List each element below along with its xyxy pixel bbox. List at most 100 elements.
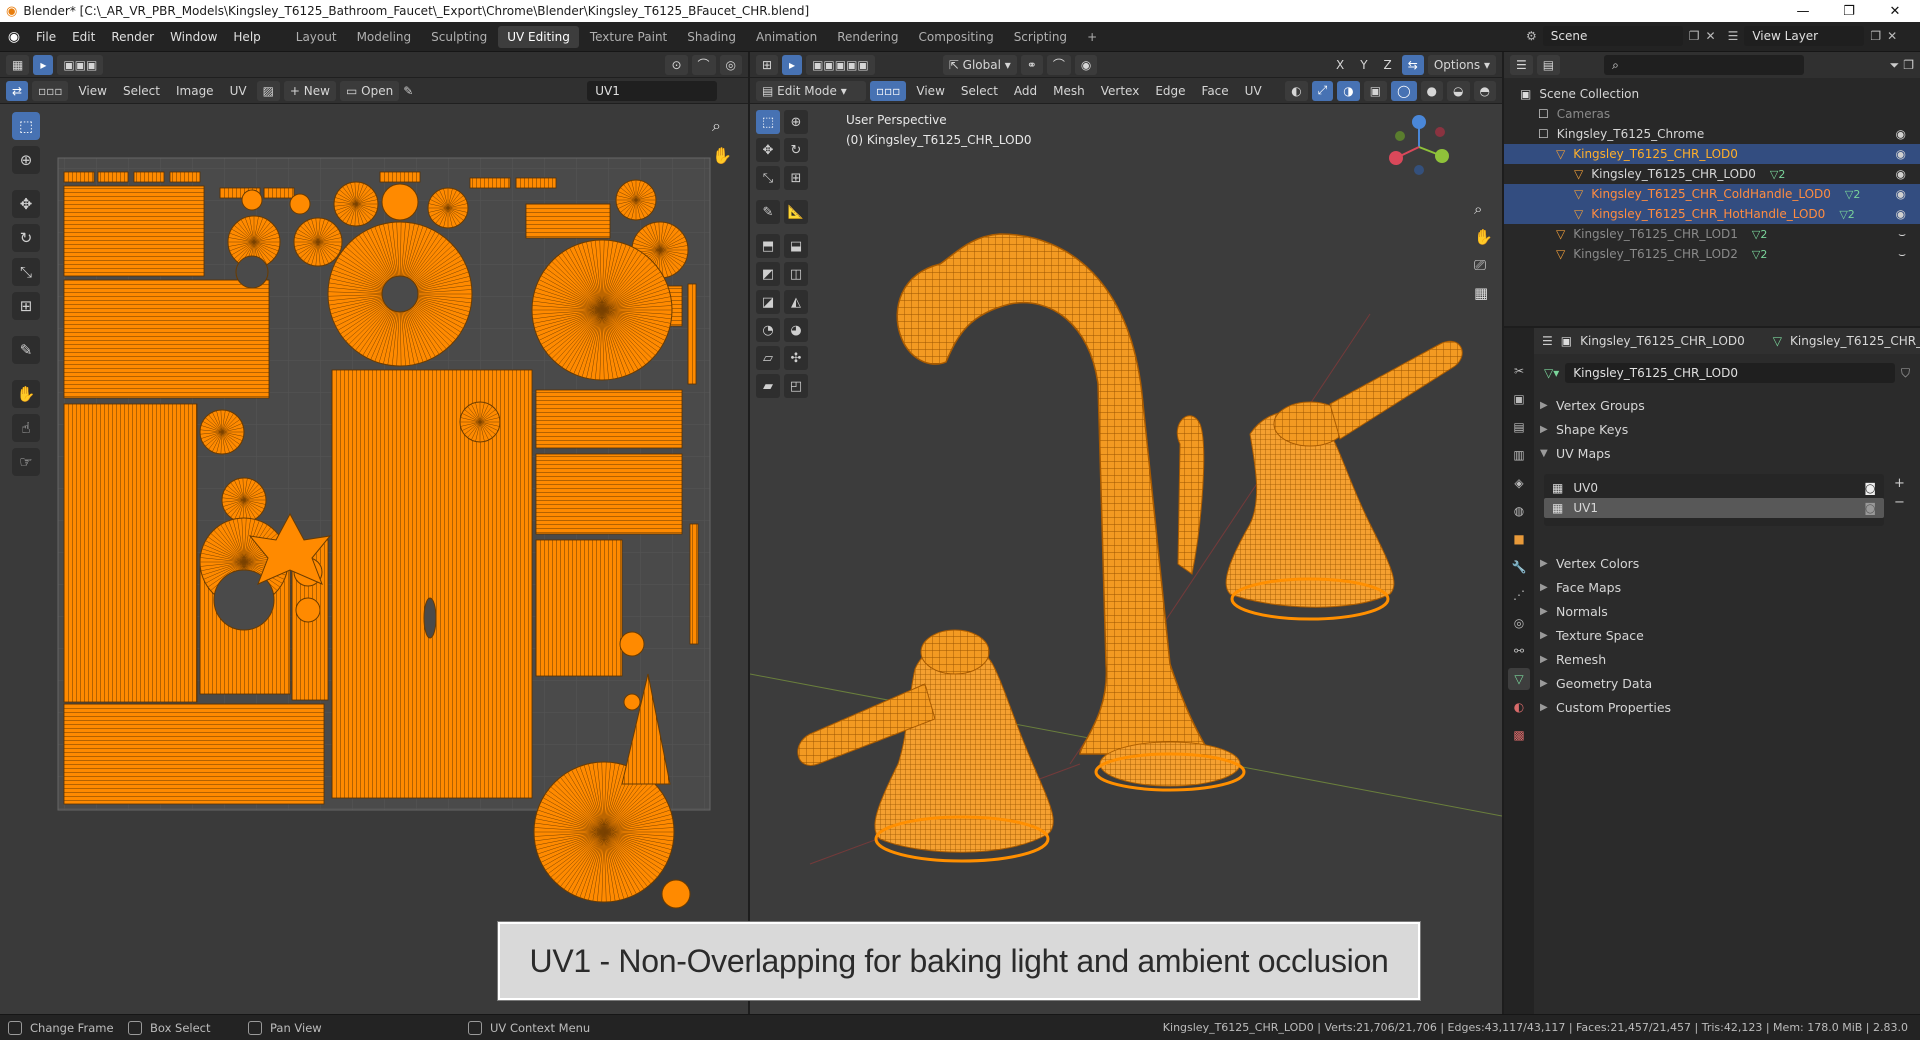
select-tool-icon[interactable]: ▸ — [33, 54, 54, 75]
mesh-object-icon[interactable]: ▽ — [1574, 167, 1583, 181]
panel-remesh[interactable]: ▶ Remesh — [1540, 648, 1910, 670]
vp-scale-tool-icon[interactable]: ⤡ — [756, 166, 780, 190]
zoom-icon[interactable]: ⌕ — [712, 116, 732, 136]
world-tab-icon[interactable]: ◍ — [1508, 500, 1530, 522]
move-tool-icon[interactable]: ✥ — [12, 190, 40, 218]
viewport-snap-icon[interactable]: ⌒ — [1046, 54, 1071, 75]
modifier-tab-icon[interactable]: 🔧 — [1508, 556, 1530, 578]
viewport-proportional-icon[interactable]: ◉ — [1074, 54, 1098, 75]
panel-shape-keys[interactable]: ▶ Shape Keys — [1540, 418, 1910, 440]
viewport-select-icon[interactable]: ▸ — [782, 54, 803, 75]
wireframe-shading-icon[interactable]: ◯ — [1391, 80, 1417, 101]
spin-tool-icon[interactable]: ◔ — [756, 318, 780, 342]
uv-map-item-uv0[interactable]: ▦ UV0 ◙ — [1544, 478, 1884, 498]
menu-window[interactable]: Window — [162, 22, 225, 52]
edge-slide-tool-icon[interactable]: ▱ — [756, 346, 780, 370]
uv-island[interactable] — [331, 369, 533, 799]
image-browse-icon[interactable]: ▨ — [256, 80, 280, 101]
uv-menu-select[interactable]: Select — [117, 84, 166, 98]
material-tab-icon[interactable]: ◐ — [1508, 696, 1530, 718]
pin-icon[interactable]: ✎ — [403, 84, 413, 98]
object-tab-icon[interactable]: ■ — [1508, 528, 1530, 550]
outliner-display-mode-icon[interactable]: ▤ — [1536, 55, 1561, 75]
mesh-browse-icon[interactable]: ▽▾ — [1544, 366, 1559, 380]
new-scene-icon[interactable]: ❐ — [1689, 29, 1700, 43]
vp-rotate-tool-icon[interactable]: ↻ — [784, 138, 808, 162]
outliner-row[interactable]: ▽ Kingsley_T6125_CHR_LOD0 ◉ — [1504, 144, 1920, 164]
uv-island[interactable] — [63, 171, 95, 183]
xray-icon[interactable]: ▣ — [1363, 80, 1388, 101]
mesh-data-badge-icon[interactable]: ▽2 — [1839, 208, 1854, 221]
panel-uv-maps[interactable]: ▼ UV Maps — [1540, 442, 1910, 464]
pinch-tool-icon[interactable]: ☞ — [12, 448, 40, 476]
knife-tool-icon[interactable]: ◪ — [756, 290, 780, 314]
scene-icon[interactable]: ⚙ — [1526, 29, 1537, 43]
vertex-select-icon[interactable]: ▫▫▫ — [870, 80, 907, 101]
uv-island[interactable] — [263, 187, 295, 199]
cursor-tool-icon[interactable]: ⊕ — [12, 146, 40, 174]
uv-radial-island[interactable] — [295, 597, 321, 623]
viewport-select-modes-icon[interactable]: ▣▣▣▣▣ — [806, 54, 875, 75]
outliner-row[interactable]: ☐ Kingsley_T6125_Chrome ◉ — [1504, 124, 1920, 144]
mesh-object-icon[interactable]: ▽ — [1556, 227, 1565, 241]
tab-layout[interactable]: Layout — [287, 26, 346, 48]
viewport-menu-vertex[interactable]: Vertex — [1095, 84, 1146, 98]
view-layer-icon[interactable]: ☰ — [1728, 29, 1739, 43]
viewport-menu-edge[interactable]: Edge — [1149, 84, 1191, 98]
minimize-button[interactable]: — — [1780, 0, 1826, 22]
collection-checkbox-icon[interactable]: ☐ — [1538, 107, 1549, 121]
relax-tool-icon[interactable]: ☝ — [12, 414, 40, 442]
mesh-data-tab-icon[interactable]: ▽ — [1508, 668, 1530, 690]
mirror-axis-y[interactable]: Y — [1354, 58, 1373, 72]
viewport-menu-uv[interactable]: UV — [1239, 84, 1268, 98]
loopcut-tool-icon[interactable]: ◫ — [784, 262, 808, 286]
mirror-axis-x[interactable]: X — [1330, 58, 1350, 72]
options-dropdown[interactable]: Options ▾ — [1427, 54, 1496, 75]
scene-tab-icon[interactable]: ◈ — [1508, 472, 1530, 494]
vp-measure-tool-icon[interactable]: 📐 — [784, 200, 808, 224]
constraints-tab-icon[interactable]: ⚯ — [1508, 640, 1530, 662]
uv-island[interactable] — [469, 177, 511, 189]
vp-move-tool-icon[interactable]: ✥ — [756, 138, 780, 162]
mesh-data-badge-icon[interactable]: ▽2 — [1752, 228, 1767, 241]
outliner-editor-type-icon[interactable]: ☰ — [1510, 55, 1533, 75]
outliner-row[interactable]: ▽ Kingsley_T6125_CHR_LOD1 ⌣ ▽2 — [1504, 224, 1920, 244]
shear-tool-icon[interactable]: ▰ — [756, 374, 780, 398]
visibility-eye-icon[interactable]: ◉ — [1896, 167, 1906, 181]
vp-annotate-tool-icon[interactable]: ✎ — [756, 200, 780, 224]
viewport-pivot-icon[interactable]: ⚭ — [1020, 54, 1043, 75]
uv-island[interactable] — [689, 523, 699, 645]
menu-edit[interactable]: Edit — [64, 22, 103, 52]
uv-island[interactable] — [63, 703, 325, 805]
texture-tab-icon[interactable]: ▩ — [1508, 724, 1530, 746]
visibility-eye-icon[interactable]: ◉ — [1896, 127, 1906, 141]
uv-radial-island[interactable] — [241, 189, 263, 211]
smooth-tool-icon[interactable]: ◕ — [784, 318, 808, 342]
new-collection-icon[interactable]: ❐ — [1903, 58, 1914, 72]
uv-menu-image[interactable]: Image — [170, 84, 220, 98]
panel-vertex-groups[interactable]: ▶ Vertex Groups — [1540, 394, 1910, 416]
delete-view-layer-icon[interactable]: ✕ — [1887, 29, 1897, 43]
mesh-object-icon[interactable]: ▽ — [1556, 247, 1565, 261]
bevel-tool-icon[interactable]: ◩ — [756, 262, 780, 286]
mode-dropdown[interactable]: ▤ Edit Mode ▾ — [756, 80, 866, 101]
vp-transform-tool-icon[interactable]: ⊞ — [784, 166, 808, 190]
uv-island[interactable] — [525, 203, 611, 239]
uv-island[interactable] — [63, 279, 270, 399]
pivot-icon[interactable]: ⊙ — [665, 54, 688, 75]
hot-handle[interactable] — [1225, 341, 1463, 621]
camera-view-icon[interactable]: ⎚ — [1474, 256, 1493, 274]
close-button[interactable]: ✕ — [1872, 0, 1918, 22]
restore-button[interactable]: ❐ — [1826, 0, 1872, 22]
scene-selector[interactable]: Scene — [1542, 26, 1683, 46]
scene-collection-icon[interactable]: ▣ — [1520, 87, 1531, 101]
viewport-editor-type-icon[interactable]: ⊞ — [756, 54, 779, 75]
visibility-eye-icon[interactable]: ⌣ — [1898, 227, 1906, 242]
uv-radial-island[interactable] — [381, 183, 419, 221]
uv-menu-uv[interactable]: UV — [224, 84, 253, 98]
visibility-eye-icon[interactable]: ◉ — [1896, 207, 1906, 221]
uv-radial-island[interactable] — [289, 193, 311, 215]
faucet-wireframe-canvas[interactable] — [750, 104, 1502, 1014]
mesh-object-icon[interactable]: ▽ — [1556, 147, 1565, 161]
visibility-eye-icon[interactable]: ◉ — [1896, 147, 1906, 161]
